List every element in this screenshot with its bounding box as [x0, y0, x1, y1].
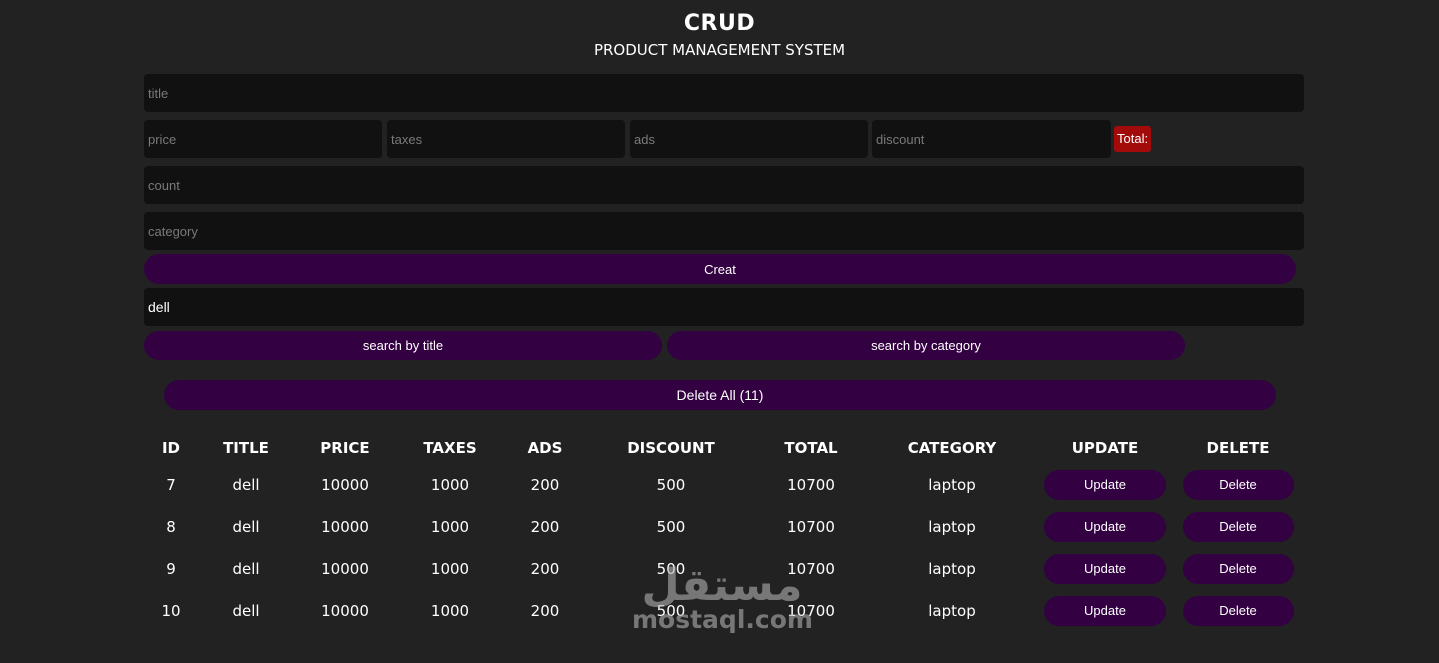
cell-update: Update: [1034, 590, 1176, 632]
cell-taxes: 1000: [430, 560, 470, 578]
cell-title: dell: [232, 518, 260, 536]
price-input[interactable]: [144, 120, 382, 158]
update-button[interactable]: Update: [1044, 596, 1166, 626]
cell-taxes: 1000: [430, 476, 470, 494]
page-subtitle: PRODUCT MANAGEMENT SYSTEM: [593, 41, 846, 59]
cell-ads: 200: [530, 560, 560, 578]
cell-category: laptop: [928, 476, 976, 494]
cell-price: 10000: [321, 476, 369, 494]
cell-delete: Delete: [1176, 506, 1300, 548]
table-row: 9 dell 10000 1000 200 500 10700 laptop U…: [140, 548, 1300, 590]
delete-button[interactable]: Delete: [1182, 470, 1294, 500]
cell-title: dell: [232, 476, 260, 494]
cell-update: Update: [1034, 548, 1176, 590]
cell-update: Update: [1034, 506, 1176, 548]
table-row: 7 dell 10000 1000 200 500 10700 laptop U…: [140, 464, 1300, 506]
ads-input[interactable]: [630, 120, 868, 158]
update-button[interactable]: Update: [1044, 554, 1166, 584]
cell-price: 10000: [321, 560, 369, 578]
header-title: TITLE: [223, 439, 269, 457]
cell-update: Update: [1034, 464, 1176, 506]
table-row: 8 dell 10000 1000 200 500 10700 laptop U…: [140, 506, 1300, 548]
cell-title: dell: [232, 602, 260, 620]
cell-price: 10000: [321, 602, 369, 620]
header-update: UPDATE: [1071, 439, 1139, 457]
delete-button[interactable]: Delete: [1182, 512, 1294, 542]
update-button[interactable]: Update: [1044, 470, 1166, 500]
cell-delete: Delete: [1176, 464, 1300, 506]
update-button[interactable]: Update: [1044, 512, 1166, 542]
cell-ads: 200: [530, 476, 560, 494]
discount-input[interactable]: [872, 120, 1111, 158]
cell-taxes: 1000: [430, 602, 470, 620]
cell-ads: 200: [530, 602, 560, 620]
table-header-row: ID TITLE PRICE TAXES ADS DISCOUNT TOTAL …: [140, 432, 1300, 464]
cell-category: laptop: [928, 602, 976, 620]
header-category: CATEGORY: [907, 439, 997, 457]
cell-id: 9: [166, 560, 176, 578]
cell-total: 10700: [787, 560, 835, 578]
cell-total: 10700: [787, 476, 835, 494]
cell-id: 8: [166, 518, 176, 536]
cell-delete: Delete: [1176, 590, 1300, 632]
cell-total: 10700: [787, 518, 835, 536]
cell-title: dell: [232, 560, 260, 578]
delete-button[interactable]: Delete: [1182, 596, 1294, 626]
cell-ads: 200: [530, 518, 560, 536]
page-header: CRUD PRODUCT MANAGEMENT SYSTEM: [0, 10, 1439, 62]
header-total: TOTAL: [784, 439, 838, 457]
header-delete: DELETE: [1206, 439, 1270, 457]
cell-delete: Delete: [1176, 548, 1300, 590]
cell-discount: 500: [656, 560, 686, 578]
header-price: PRICE: [320, 439, 370, 457]
count-input[interactable]: [144, 166, 1304, 204]
search-by-title-button[interactable]: search by title: [144, 331, 662, 360]
header-discount: DISCOUNT: [627, 439, 715, 457]
header-ads: ADS: [527, 439, 563, 457]
delete-button[interactable]: Delete: [1182, 554, 1294, 584]
crud-app: CRUD PRODUCT MANAGEMENT SYSTEM Total: Cr…: [0, 0, 1439, 663]
cell-id: 7: [166, 476, 176, 494]
cell-discount: 500: [656, 476, 686, 494]
cell-discount: 500: [656, 518, 686, 536]
cell-taxes: 1000: [430, 518, 470, 536]
cell-id: 10: [161, 602, 181, 620]
total-badge: Total:: [1114, 126, 1152, 152]
header-id: ID: [161, 439, 181, 457]
products-table: ID TITLE PRICE TAXES ADS DISCOUNT TOTAL …: [140, 432, 1300, 632]
search-by-category-button[interactable]: search by category: [667, 331, 1185, 360]
header-taxes: TAXES: [423, 439, 477, 457]
delete-all-button[interactable]: Delete All (11): [164, 380, 1276, 410]
category-input[interactable]: [144, 212, 1304, 250]
page-title: CRUD: [683, 11, 756, 36]
table-row: 10 dell 10000 1000 200 500 10700 laptop …: [140, 590, 1300, 632]
taxes-input[interactable]: [387, 120, 625, 158]
cell-category: laptop: [928, 560, 976, 578]
cell-price: 10000: [321, 518, 369, 536]
search-input[interactable]: [144, 288, 1304, 326]
create-button[interactable]: Creat: [144, 254, 1296, 284]
title-input[interactable]: [144, 74, 1304, 112]
cell-total: 10700: [787, 602, 835, 620]
cell-discount: 500: [656, 602, 686, 620]
cell-category: laptop: [928, 518, 976, 536]
